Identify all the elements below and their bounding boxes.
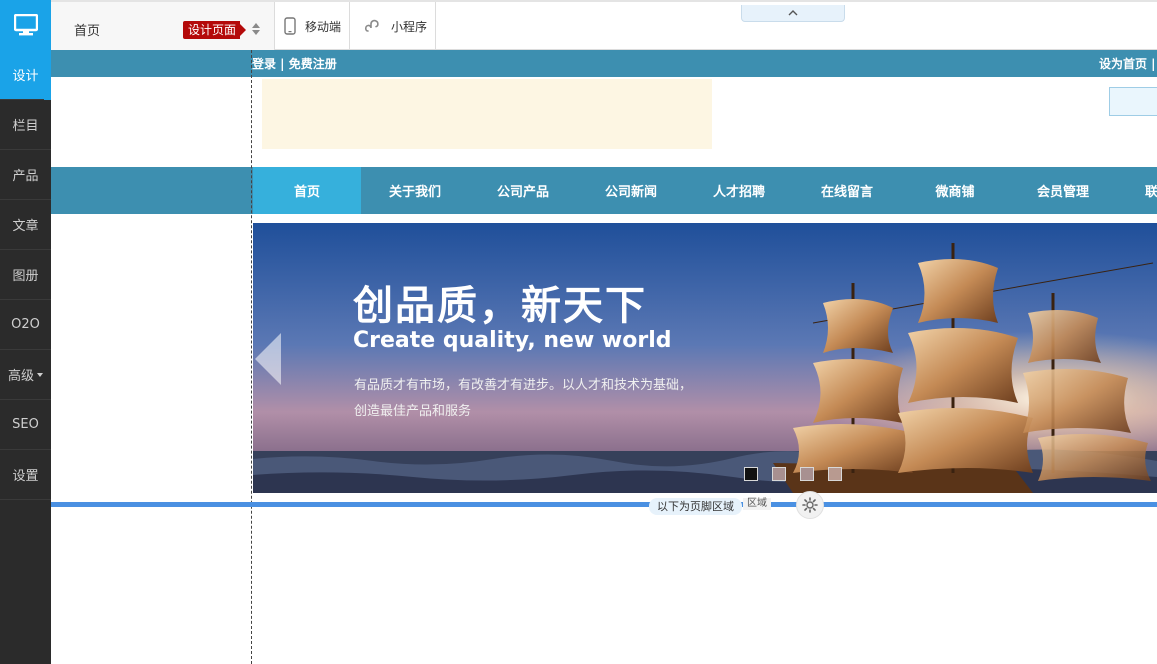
site-logo-area[interactable] — [262, 79, 712, 149]
mobile-label: 移动端 — [305, 19, 342, 34]
banner-title: 创品质，新天下 — [353, 283, 647, 329]
nav-item-jobs[interactable]: 人才招聘 — [685, 167, 793, 214]
gear-icon — [802, 497, 818, 513]
site-preview-canvas[interactable]: 登录 | 免费注册 设为首页 | 首页 关于我们 公司产品 公司新闻 人才招聘 … — [51, 50, 1157, 664]
hero-banner[interactable]: 创品质，新天下 Create quality, new world 有品质才有市… — [253, 223, 1157, 493]
sidebar-item-settings[interactable]: 设置 — [0, 450, 51, 500]
sort-arrows-icon[interactable] — [251, 22, 261, 36]
nav-item-members[interactable]: 会员管理 — [1009, 167, 1117, 214]
sidebar-item-label: 图册 — [12, 269, 39, 284]
banner-dot[interactable] — [772, 467, 786, 481]
sidebar-item-advanced[interactable]: 高级 — [0, 350, 51, 400]
nav-label: 联 — [1145, 185, 1157, 200]
sidebar-item-articles[interactable]: 文章 — [0, 200, 51, 250]
set-homepage-link[interactable]: 设为首页 | — [1099, 55, 1156, 72]
nav-item-contact[interactable]: 联 — [1117, 167, 1157, 214]
sidebar-item-seo[interactable]: SEO — [0, 400, 51, 450]
page-selector[interactable]: 首页 设计页面 — [51, 2, 275, 50]
sidebar-item-label: 设置 — [12, 469, 39, 484]
footer-area-label: 以下为页脚区域 — [649, 498, 742, 515]
nav-item-about[interactable]: 关于我们 — [361, 167, 469, 214]
mobile-phone-icon — [284, 17, 296, 35]
nav-item-news[interactable]: 公司新闻 — [577, 167, 685, 214]
left-sidebar: 设计 + 栏目 产品 文章 图册 O2O 高级 SEO 设置 — [0, 0, 75, 664]
app-root: 设计 + 栏目 产品 文章 图册 O2O 高级 SEO 设置 — [0, 0, 1157, 664]
current-page-label: 首页 — [74, 24, 101, 39]
nav-item-home[interactable]: 首页 — [253, 167, 361, 214]
site-search-box[interactable] — [1109, 87, 1157, 116]
footer-settings-button[interactable] — [796, 491, 824, 519]
sidebar-item-label: 文章 — [12, 219, 39, 234]
banner-image — [253, 223, 1157, 493]
nav-label: 首页 — [293, 185, 320, 200]
design-page-badge: 设计页面 — [183, 21, 247, 39]
sidebar-item-label: 栏目 — [12, 119, 39, 134]
layout-guide-line — [251, 50, 252, 664]
banner-dot[interactable] — [800, 467, 814, 481]
nav-item-microshop[interactable]: 微商铺 — [901, 167, 1009, 214]
footer-divider — [51, 502, 1157, 507]
nav-item-message[interactable]: 在线留言 — [793, 167, 901, 214]
sidebar-item-o2o[interactable]: O2O — [0, 300, 51, 350]
nav-label: 关于我们 — [388, 185, 441, 200]
banner-dot-active[interactable] — [744, 467, 758, 481]
nav-label: 人才招聘 — [712, 185, 765, 200]
nav-label: 在线留言 — [820, 185, 873, 200]
banner-desc-line: 有品质才有市场，有改善才有进步。以人才和技术为基础， — [354, 378, 693, 393]
site-top-bar: 登录 | 免费注册 设为首页 | — [51, 50, 1157, 77]
top-toolbar: 首页 设计页面 移动端 小程序 — [51, 0, 1157, 50]
sidebar-item-columns[interactable]: 栏目 — [0, 100, 51, 150]
login-register-links[interactable]: 登录 | 免费注册 — [252, 55, 337, 72]
sidebar-item-label: O2O — [11, 317, 40, 332]
miniprogram-button[interactable]: 小程序 — [355, 2, 437, 50]
nav-label: 会员管理 — [1036, 185, 1089, 200]
footer-area-label-partial: 区域 — [743, 498, 771, 510]
sidebar-item-gallery[interactable]: 图册 — [0, 250, 51, 300]
sidebar-item-label: SEO — [12, 417, 39, 432]
nav-label: 微商铺 — [935, 185, 975, 200]
sidebar-item-products[interactable]: 产品 — [0, 150, 51, 200]
mobile-button[interactable]: 移动端 — [275, 2, 351, 50]
banner-dot[interactable] — [828, 467, 842, 481]
monitor-icon[interactable] — [0, 0, 51, 50]
miniprogram-label: 小程序 — [391, 19, 428, 34]
banner-prev-arrow-icon[interactable] — [253, 331, 283, 387]
sidebar-item-label: 设计 — [12, 69, 39, 84]
miniprogram-icon — [364, 19, 379, 32]
banner-desc-line: 创造最佳产品和服务 — [354, 404, 472, 419]
chevron-up-icon — [788, 10, 798, 16]
nav-label: 公司新闻 — [604, 185, 657, 200]
chevron-down-icon — [37, 372, 43, 377]
banner-subtitle: Create quality, new world — [353, 328, 672, 353]
collapse-toolbar-button[interactable] — [741, 5, 845, 22]
sidebar-item-label: 产品 — [12, 169, 39, 184]
site-nav-bar: 首页 关于我们 公司产品 公司新闻 人才招聘 在线留言 微商铺 会员管理 联 — [51, 167, 1157, 214]
banner-description: 有品质才有市场，有改善才有进步。以人才和技术为基础， 创造最佳产品和服务 — [354, 373, 754, 425]
sidebar-item-label: 高级 — [7, 369, 34, 384]
nav-label: 公司产品 — [496, 185, 549, 200]
nav-item-products[interactable]: 公司产品 — [469, 167, 577, 214]
